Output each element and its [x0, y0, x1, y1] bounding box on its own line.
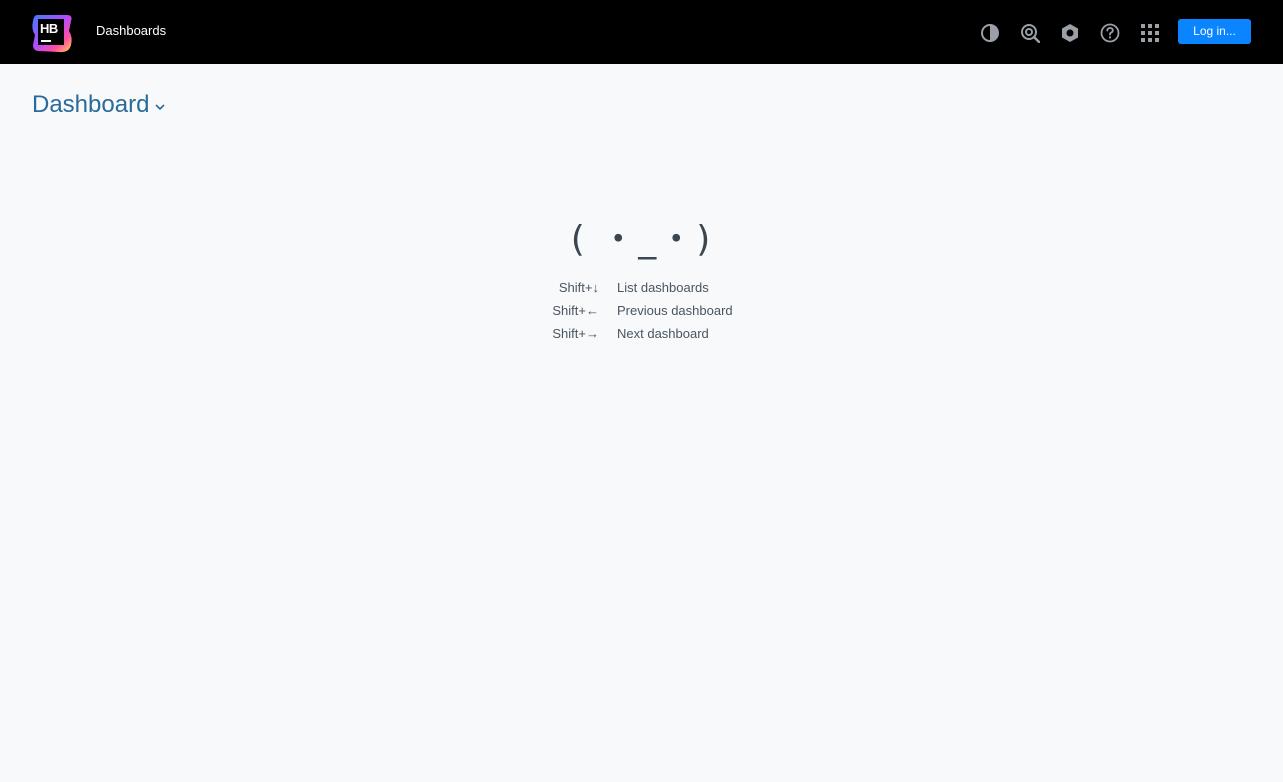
- help-icon: [1100, 23, 1120, 43]
- shortcut-description: List dashboards: [617, 280, 709, 295]
- shortcut-key: Shift+↓: [558, 280, 599, 295]
- apps-button[interactable]: [1139, 22, 1161, 44]
- chevron-down-icon: [155, 103, 165, 110]
- dashboard-title: Dashboard: [32, 91, 150, 118]
- apps-grid-icon: [1141, 24, 1159, 42]
- search-icon: [1021, 24, 1040, 43]
- shortcut-description: Previous dashboard: [617, 303, 733, 318]
- theme-toggle-button[interactable]: [979, 22, 1001, 44]
- app-logo[interactable]: HB: [31, 13, 73, 53]
- shortcut-row: Shift+↓ List dashboards: [540, 276, 760, 299]
- keyboard-shortcuts: Shift+↓ List dashboards Shift+← Previous…: [540, 276, 760, 345]
- search-button[interactable]: [1019, 22, 1041, 44]
- help-button[interactable]: [1099, 22, 1121, 44]
- shortcut-description: Next dashboard: [617, 326, 709, 341]
- shortcut-row: Shift+← Previous dashboard: [540, 299, 760, 322]
- theme-toggle-icon: [981, 24, 999, 42]
- shortcut-key: Shift+→: [552, 326, 599, 341]
- settings-icon: [1062, 24, 1078, 42]
- empty-state-face: ( ・_・): [570, 219, 713, 260]
- app-title[interactable]: Dashboards: [96, 23, 166, 38]
- shortcut-row: Shift+→ Next dashboard: [540, 322, 760, 345]
- top-bar: HB Dashboards Log in...: [0, 0, 1283, 64]
- shortcut-key: Shift+←: [552, 303, 599, 318]
- settings-button[interactable]: [1059, 22, 1081, 44]
- dashboard-selector[interactable]: Dashboard: [32, 91, 165, 119]
- login-button[interactable]: Log in...: [1178, 19, 1251, 44]
- logo-text: HB: [40, 21, 58, 36]
